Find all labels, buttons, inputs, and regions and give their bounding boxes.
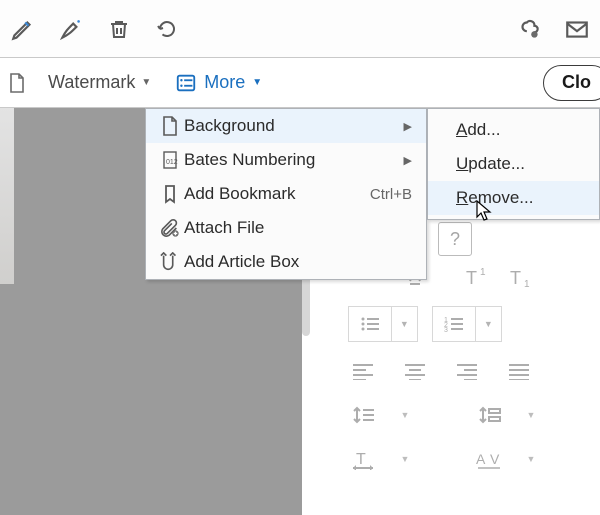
submenu-item-label: Add... bbox=[456, 120, 585, 140]
paragraph-spacing-icon[interactable] bbox=[474, 400, 504, 430]
bookmark-icon bbox=[156, 184, 184, 204]
trash-icon[interactable] bbox=[106, 16, 132, 42]
rotate-icon[interactable] bbox=[154, 16, 180, 42]
submenu-item-update[interactable]: Update... bbox=[428, 147, 599, 181]
second-toolbar: Watermark ▼ More ▼ Clo bbox=[0, 58, 600, 108]
menu-item-accelerator: Ctrl+B bbox=[370, 186, 412, 203]
article-box-icon bbox=[156, 252, 184, 272]
menu-item-bates-numbering[interactable]: 012 Bates Numbering ▶ bbox=[146, 143, 426, 177]
svg-text:V: V bbox=[490, 451, 500, 467]
submenu-item-remove[interactable]: Remove... bbox=[428, 181, 599, 215]
chevron-down-icon[interactable]: ▼ bbox=[390, 444, 420, 474]
svg-text:3: 3 bbox=[444, 327, 448, 333]
menu-item-add-article-box[interactable]: Add Article Box bbox=[146, 245, 426, 279]
page-icon bbox=[156, 116, 184, 136]
submenu-item-label: Update... bbox=[456, 154, 585, 174]
align-right-icon[interactable] bbox=[452, 356, 482, 386]
chevron-down-icon: ▼ bbox=[252, 77, 262, 88]
numbered-list-dropdown[interactable]: 123 ▼ bbox=[432, 306, 502, 342]
menu-item-label: Add Article Box bbox=[184, 252, 412, 272]
close-label: Clo bbox=[562, 72, 591, 93]
background-submenu: Add... Update... Remove... bbox=[427, 108, 600, 220]
more-label: More bbox=[204, 72, 245, 93]
submenu-item-label: Remove... bbox=[456, 188, 585, 208]
chevron-down-icon[interactable]: ▼ bbox=[516, 400, 546, 430]
svg-text:T: T bbox=[466, 268, 477, 288]
paperclip-icon bbox=[156, 218, 184, 238]
chevron-down-icon: ▼ bbox=[141, 77, 151, 88]
svg-text:A: A bbox=[476, 451, 486, 467]
scrollbar-thumb[interactable] bbox=[302, 276, 310, 336]
top-toolbar bbox=[0, 0, 600, 58]
menu-item-add-bookmark[interactable]: Add Bookmark Ctrl+B bbox=[146, 177, 426, 211]
list-icon bbox=[175, 72, 197, 94]
menu-item-attach-file[interactable]: Attach File bbox=[146, 211, 426, 245]
menu-item-label: Background bbox=[184, 116, 398, 136]
bullet-list-dropdown[interactable]: ▼ bbox=[348, 306, 418, 342]
chevron-down-icon[interactable]: ▼ bbox=[390, 400, 420, 430]
more-menu: Background ▶ 012 Bates Numbering ▶ Add B… bbox=[145, 108, 427, 280]
align-center-icon[interactable] bbox=[400, 356, 430, 386]
submenu-item-add[interactable]: Add... bbox=[428, 113, 599, 147]
horizontal-scale-icon[interactable]: T bbox=[348, 444, 378, 474]
mail-icon[interactable] bbox=[564, 16, 590, 42]
align-justify-icon[interactable] bbox=[504, 356, 534, 386]
watermark-label: Watermark bbox=[48, 72, 135, 93]
character-spacing-icon[interactable]: AV bbox=[474, 444, 504, 474]
edit-pencil-icon[interactable] bbox=[10, 16, 36, 42]
svg-text:1: 1 bbox=[524, 279, 530, 289]
submenu-arrow-icon: ▶ bbox=[398, 154, 412, 167]
page-thumbnail[interactable] bbox=[0, 108, 14, 284]
align-left-icon[interactable] bbox=[348, 356, 378, 386]
menu-item-background[interactable]: Background ▶ bbox=[146, 109, 426, 143]
svg-text:1: 1 bbox=[480, 267, 486, 278]
svg-text:T: T bbox=[510, 268, 521, 288]
submenu-arrow-icon: ▶ bbox=[398, 120, 412, 133]
subscript-icon[interactable]: T1 bbox=[506, 262, 536, 292]
close-button[interactable]: Clo bbox=[543, 65, 600, 101]
link-cloud-icon[interactable] bbox=[516, 16, 542, 42]
sign-pen-icon[interactable] bbox=[58, 16, 84, 42]
more-dropdown[interactable]: More ▼ bbox=[169, 66, 268, 100]
page-icon[interactable] bbox=[4, 70, 30, 96]
watermark-dropdown[interactable]: Watermark ▼ bbox=[40, 66, 159, 100]
superscript-icon[interactable]: T1 bbox=[462, 262, 492, 292]
chevron-down-icon[interactable]: ▼ bbox=[516, 444, 546, 474]
menu-item-label: Bates Numbering bbox=[184, 150, 398, 170]
menu-item-label: Add Bookmark bbox=[184, 184, 344, 204]
svg-text:T: T bbox=[356, 451, 366, 468]
line-spacing-icon[interactable] bbox=[348, 400, 378, 430]
svg-text:012: 012 bbox=[166, 159, 178, 166]
menu-item-label: Attach File bbox=[184, 218, 412, 238]
bates-icon: 012 bbox=[156, 150, 184, 170]
